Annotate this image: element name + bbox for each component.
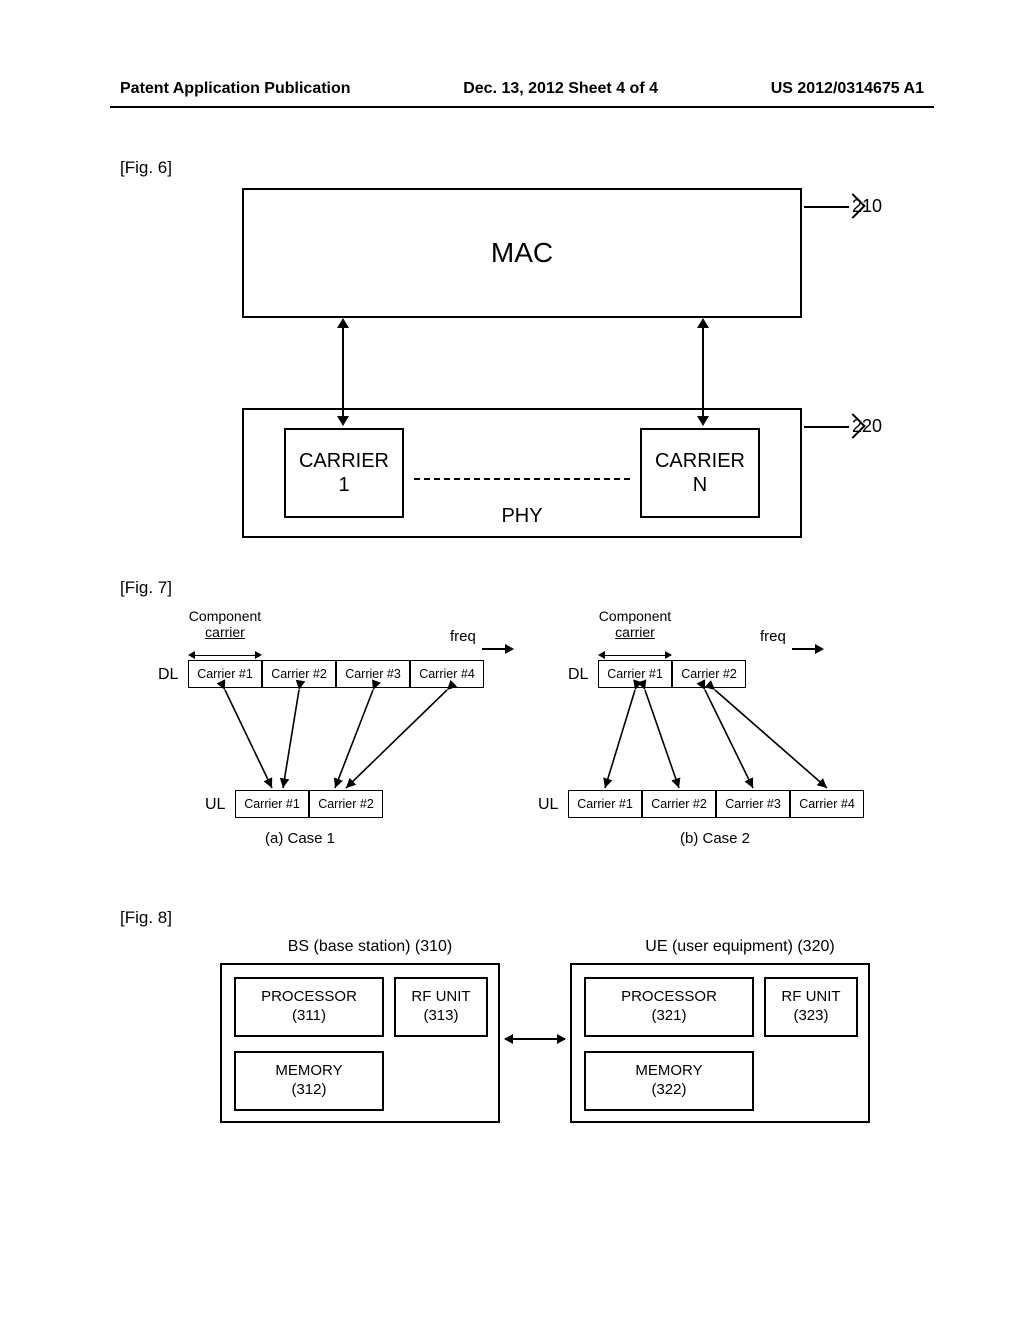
mac-text: MAC — [491, 237, 553, 269]
bs-title: BS (base station) (310) — [240, 938, 500, 956]
bs-processor: PROCESSOR(311) — [234, 977, 384, 1037]
case2-links — [150, 608, 970, 868]
case2-dl-c2: Carrier #2 — [672, 660, 746, 688]
cc-hdr-1b: carrier — [205, 624, 245, 640]
dl-label-1: DL — [158, 666, 178, 684]
cc-hdr-2b: carrier — [615, 624, 655, 640]
carrier-1-l1: CARRIER — [299, 449, 389, 473]
fig8-diagram: BS (base station) (310) PROCESSOR(311) R… — [170, 938, 950, 1168]
freq-arrow-1 — [482, 648, 512, 650]
dl-label-2: DL — [568, 666, 588, 684]
case1-ul-c1: Carrier #1 — [235, 790, 309, 818]
carrier-1-box: CARRIER 1 — [284, 428, 404, 518]
cc-span-2 — [598, 650, 672, 660]
mac-carrier1-link — [342, 320, 344, 424]
header-docnum: US 2012/0314675 A1 — [771, 80, 924, 98]
ue-processor: PROCESSOR(321) — [584, 977, 754, 1037]
ref-220: 220 — [852, 416, 882, 437]
ue-title: UE (user equipment) (320) — [590, 938, 890, 956]
cc-span-1 — [188, 650, 262, 660]
case2-ul-c4: Carrier #4 — [790, 790, 864, 818]
mac-block: MAC — [242, 188, 802, 318]
fig6-diagram: MAC CARRIER 1 CARRIER N PHY 210 220 — [172, 188, 872, 548]
freq-arrow-2 — [792, 648, 822, 650]
case2-dl-c1: Carrier #1 — [598, 660, 672, 688]
case2-ul-c3: Carrier #3 — [716, 790, 790, 818]
case1-dl-c2: Carrier #2 — [262, 660, 336, 688]
ul-label-1: UL — [205, 796, 225, 814]
case1-dl-c3: Carrier #3 — [336, 660, 410, 688]
ue-rf-unit: RF UNIT(323) — [764, 977, 858, 1037]
case1-links — [150, 608, 530, 868]
case1-dl-row: Carrier #1 Carrier #2 Carrier #3 Carrier… — [188, 660, 484, 688]
ue-block: PROCESSOR(321) RF UNIT(323) MEMORY(322) — [570, 963, 870, 1123]
ref-210: 210 — [852, 196, 882, 217]
fig6-label: [Fig. 6] — [120, 158, 924, 178]
bs-ue-link — [505, 1038, 565, 1040]
phy-block: CARRIER 1 CARRIER N PHY — [242, 408, 802, 538]
case2-dl-row: Carrier #1 Carrier #2 — [598, 660, 746, 688]
bs-block: PROCESSOR(311) RF UNIT(313) MEMORY(312) — [220, 963, 500, 1123]
fig7-diagram: Component carrier freq DL Carrier #1 Car… — [150, 608, 970, 878]
cc-hdr-1a: Component — [189, 608, 261, 624]
caption-case1: (a) Case 1 — [265, 830, 335, 847]
case2-ul-c2: Carrier #2 — [642, 790, 716, 818]
header-rule — [110, 106, 934, 108]
case1-dl-c1: Carrier #1 — [188, 660, 262, 688]
case1-ul-row: Carrier #1 Carrier #2 — [235, 790, 383, 818]
case2-ul-c1: Carrier #1 — [568, 790, 642, 818]
carrier-n-l2: N — [693, 473, 707, 497]
bs-rf-unit: RF UNIT(313) — [394, 977, 488, 1037]
header-sheet: Dec. 13, 2012 Sheet 4 of 4 — [463, 80, 658, 98]
freq-label-2: freq — [760, 628, 786, 645]
carrier-1-l2: 1 — [338, 473, 349, 497]
phy-text: PHY — [501, 505, 542, 528]
fig8-label: [Fig. 8] — [120, 908, 924, 928]
fig7-label: [Fig. 7] — [120, 578, 924, 598]
carrier-ellipsis-line — [414, 478, 630, 480]
carrier-n-box: CARRIER N — [640, 428, 760, 518]
bs-memory: MEMORY(312) — [234, 1051, 384, 1111]
ul-label-2: UL — [538, 796, 558, 814]
header-publication: Patent Application Publication — [120, 80, 351, 98]
cc-hdr-2a: Component — [599, 608, 671, 624]
mac-carriern-link — [702, 320, 704, 424]
case1-dl-c4: Carrier #4 — [410, 660, 484, 688]
caption-case2: (b) Case 2 — [680, 830, 750, 847]
case2-ul-row: Carrier #1 Carrier #2 Carrier #3 Carrier… — [568, 790, 864, 818]
ue-memory: MEMORY(322) — [584, 1051, 754, 1111]
freq-label-1: freq — [450, 628, 476, 645]
case1-ul-c2: Carrier #2 — [309, 790, 383, 818]
carrier-n-l1: CARRIER — [655, 449, 745, 473]
